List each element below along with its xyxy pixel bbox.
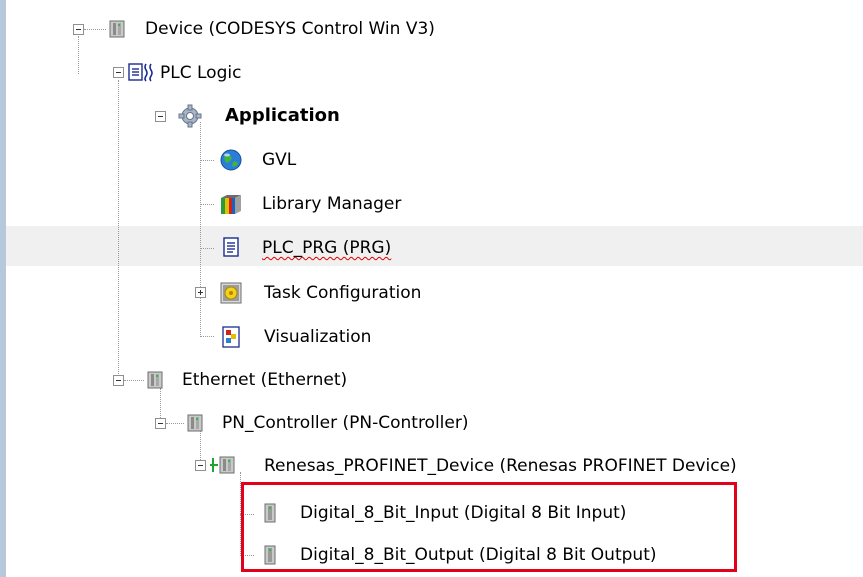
device-icon (147, 371, 163, 389)
tree-line (200, 248, 214, 249)
plc-logic-icon (128, 63, 153, 82)
tree-line (200, 122, 201, 337)
tree-item-device[interactable]: Device (CODESYS Control Win V3) (145, 19, 435, 39)
panel-left-border (0, 0, 6, 577)
tree-line (124, 380, 144, 381)
tree-item-renesas-profinet-device[interactable]: Renesas_PROFINET_Device (Renesas PROFINE… (264, 456, 737, 476)
tree-item-task-configuration[interactable]: Task Configuration (264, 283, 421, 303)
tree-item-library-manager[interactable]: Library Manager (262, 194, 401, 214)
books-icon (221, 195, 241, 214)
tree-item-pn-controller[interactable]: PN_Controller (PN-Controller) (222, 413, 468, 433)
collapse-toggle-ethernet[interactable] (113, 375, 124, 386)
visualization-icon (222, 326, 240, 348)
collapse-toggle-renesas[interactable] (195, 460, 206, 471)
globe-icon (220, 149, 242, 171)
collapse-toggle-pn-controller[interactable] (155, 418, 166, 429)
tree-item-application[interactable]: Application (225, 106, 340, 126)
collapse-toggle-plc-logic[interactable] (113, 67, 124, 78)
tree-line (118, 80, 119, 382)
tree-line (200, 336, 214, 337)
tree-line (200, 160, 214, 161)
selected-row-highlight (6, 226, 863, 266)
expand-toggle-task-configuration[interactable] (195, 287, 206, 298)
tree-item-plc-logic[interactable]: PLC Logic (160, 63, 241, 83)
tree-item-ethernet[interactable]: Ethernet (Ethernet) (182, 370, 347, 390)
device-icon (187, 414, 203, 432)
tree-item-gvl[interactable]: GVL (262, 150, 296, 170)
gear-icon (178, 104, 202, 128)
tree-line (78, 36, 79, 74)
tree-item-plc-prg[interactable]: PLC_PRG (PRG) (262, 238, 391, 258)
tree-line (84, 29, 106, 30)
collapse-toggle-application[interactable] (155, 111, 166, 122)
device-icon (109, 20, 125, 38)
profinet-device-icon (210, 456, 235, 474)
highlight-box (241, 482, 737, 572)
collapse-toggle-device[interactable] (73, 24, 84, 35)
tree-line (166, 423, 184, 424)
tree-item-visualization[interactable]: Visualization (264, 327, 371, 347)
task-config-icon (220, 282, 242, 304)
tree-line (200, 204, 214, 205)
document-icon (223, 237, 239, 257)
